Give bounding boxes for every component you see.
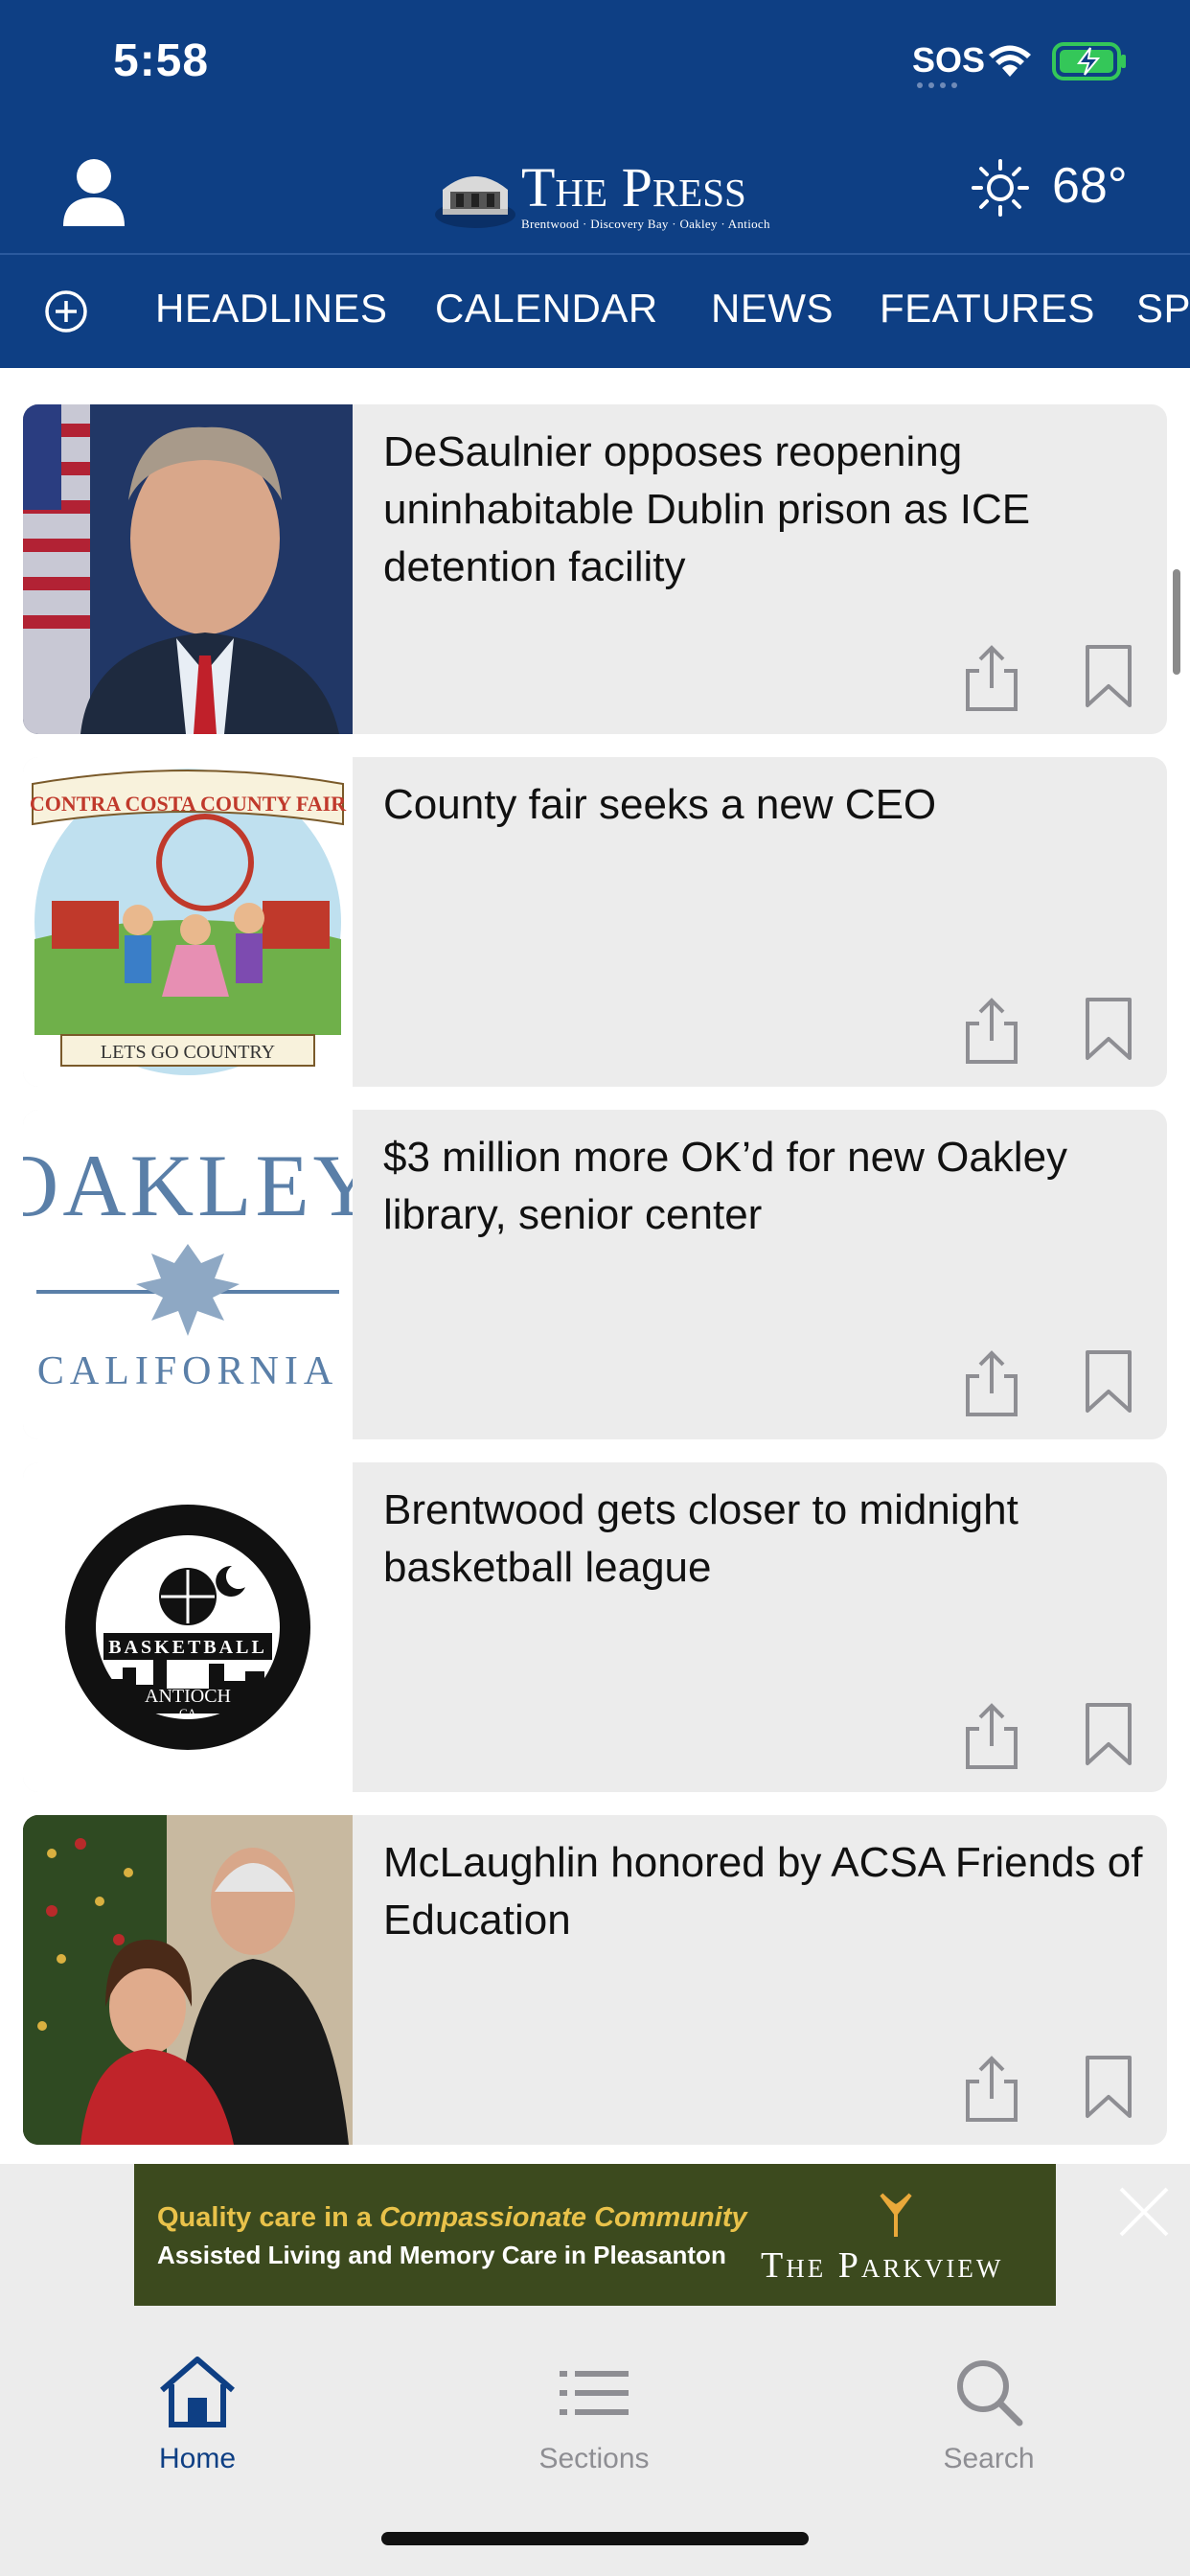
article-thumbnail (23, 1815, 353, 2145)
oakley-logo-image: OAKLEY CALIFORNIA (23, 1137, 353, 1393)
ad-headline: Quality care in a Compassionate Communit… (157, 2202, 747, 2234)
home-icon (160, 2357, 235, 2427)
tab-home[interactable]: Home (102, 2356, 293, 2475)
section-nav: HEADLINES CALENDAR NEWS FEATURES SPO (0, 255, 1190, 368)
article-thumbnail: CONTRA COSTA COUNTY FAIR LETS GO COUNTRY (23, 757, 353, 1087)
share-icon[interactable] (962, 997, 1021, 1066)
share-icon[interactable] (962, 1702, 1021, 1771)
ad-banner[interactable]: Quality care in a Compassionate Communit… (134, 2164, 1056, 2306)
article-headline[interactable]: $3 million more OK’d for new Oakley libr… (383, 1129, 1150, 1244)
fair-title-text: CONTRA COSTA COUNTY FAIR (30, 792, 347, 816)
bookmark-icon[interactable] (1085, 997, 1133, 1062)
ad-subline: Assisted Living and Memory Care in Pleas… (157, 2241, 726, 2269)
article-headline[interactable]: Brentwood gets closer to midnight basket… (383, 1482, 1150, 1597)
midnight-basketball-logo: BASKETBALL ANTIOCH CA (65, 1505, 310, 1750)
article-thumbnail: OAKLEY CALIFORNIA (23, 1110, 353, 1439)
status-bar: 5:58 SOS (0, 0, 1190, 134)
ad-headline-emphasis: Compassionate Community (379, 2202, 747, 2233)
scroll-indicator[interactable] (1173, 569, 1180, 675)
bookmark-icon[interactable] (1085, 1349, 1133, 1414)
profile-icon[interactable] (61, 157, 126, 226)
article-thumbnail: BASKETBALL ANTIOCH CA (23, 1462, 353, 1792)
oakley-sub-text: CALIFORNIA (37, 1349, 338, 1393)
article-headline[interactable]: McLaughlin honored by ACSA Friends of Ed… (383, 1834, 1150, 1949)
ad-bar: Quality care in a Compassionate Communit… (0, 2164, 1190, 2308)
ca-text: CA (179, 1706, 197, 1720)
article-card[interactable]: McLaughlin honored by ACSA Friends of Ed… (23, 1815, 1167, 2145)
bookmark-icon[interactable] (1085, 644, 1133, 709)
home-indicator[interactable] (381, 2532, 809, 2545)
article-card[interactable]: BASKETBALL ANTIOCH CA Brentwood gets clo… (23, 1462, 1167, 1792)
wifi-icon (989, 45, 1031, 77)
bird-logo-icon (880, 2193, 912, 2237)
add-section-icon[interactable] (44, 289, 88, 334)
tab-headlines[interactable]: HEADLINES (155, 286, 388, 332)
logo-title: The Press (521, 156, 746, 218)
logo-subtitle: Brentwood · Discovery Bay · Oakley · Ant… (521, 217, 770, 231)
tab-news[interactable]: NEWS (711, 286, 834, 332)
article-thumbnail (23, 404, 353, 734)
article-card[interactable]: DeSaulnier opposes reopening uninhabitab… (23, 404, 1167, 734)
basketball-text: BASKETBALL (108, 1637, 267, 1658)
sun-icon (972, 159, 1029, 217)
search-icon (957, 2360, 1023, 2426)
portrait-photo (23, 404, 353, 734)
header-top-row: The Press Brentwood · Discovery Bay · Oa… (0, 144, 1190, 249)
antioch-text: ANTIOCH (145, 1686, 231, 1707)
tab-features[interactable]: FEATURES (880, 286, 1095, 332)
oakley-title-text: OAKLEY (23, 1137, 353, 1234)
article-card[interactable]: OAKLEY CALIFORNIA $3 million more OK’d f… (23, 1110, 1167, 1439)
tab-search-label: Search (943, 2443, 1035, 2474)
tab-search[interactable]: Search (893, 2356, 1085, 2475)
tab-home-label: Home (158, 2443, 237, 2474)
close-icon[interactable] (1117, 2185, 1171, 2239)
ad-brand: The Parkview (761, 2245, 1004, 2286)
article-card[interactable]: CONTRA COSTA COUNTY FAIR LETS GO COUNTRY… (23, 757, 1167, 1087)
building-logo-icon (435, 176, 515, 228)
temperature[interactable]: 68° (1052, 157, 1128, 215)
tab-sections-label: Sections (538, 2443, 650, 2474)
fair-banner-text: LETS GO COUNTRY (101, 1042, 275, 1063)
tab-sections[interactable]: Sections (498, 2356, 690, 2475)
status-time: 5:58 (113, 35, 210, 86)
app-header: 5:58 SOS The Press Brentwood · Discovery… (0, 0, 1190, 368)
share-icon[interactable] (962, 644, 1021, 713)
tab-calendar[interactable]: CALENDAR (435, 286, 658, 332)
article-headline[interactable]: County fair seeks a new CEO (383, 776, 1150, 834)
bookmark-icon[interactable] (1085, 1702, 1133, 1767)
fair-logo-image: CONTRA COSTA COUNTY FAIR LETS GO COUNTRY (30, 769, 347, 1075)
battery-icon (1052, 42, 1126, 80)
share-icon[interactable] (962, 2055, 1021, 2124)
list-icon (560, 2371, 629, 2415)
share-icon[interactable] (962, 1349, 1021, 1418)
bookmark-icon[interactable] (1085, 2055, 1133, 2120)
couple-photo (23, 1815, 353, 2145)
the-press-logo: The Press Brentwood · Discovery Bay · Oa… (435, 153, 769, 240)
signal-dots-icon (917, 82, 957, 88)
article-headline[interactable]: DeSaulnier opposes reopening uninhabitab… (383, 424, 1150, 596)
ad-headline-prefix: Quality care in a (157, 2202, 380, 2233)
tab-sports[interactable]: SPO (1136, 286, 1190, 332)
sos-indicator: SOS (912, 40, 986, 80)
